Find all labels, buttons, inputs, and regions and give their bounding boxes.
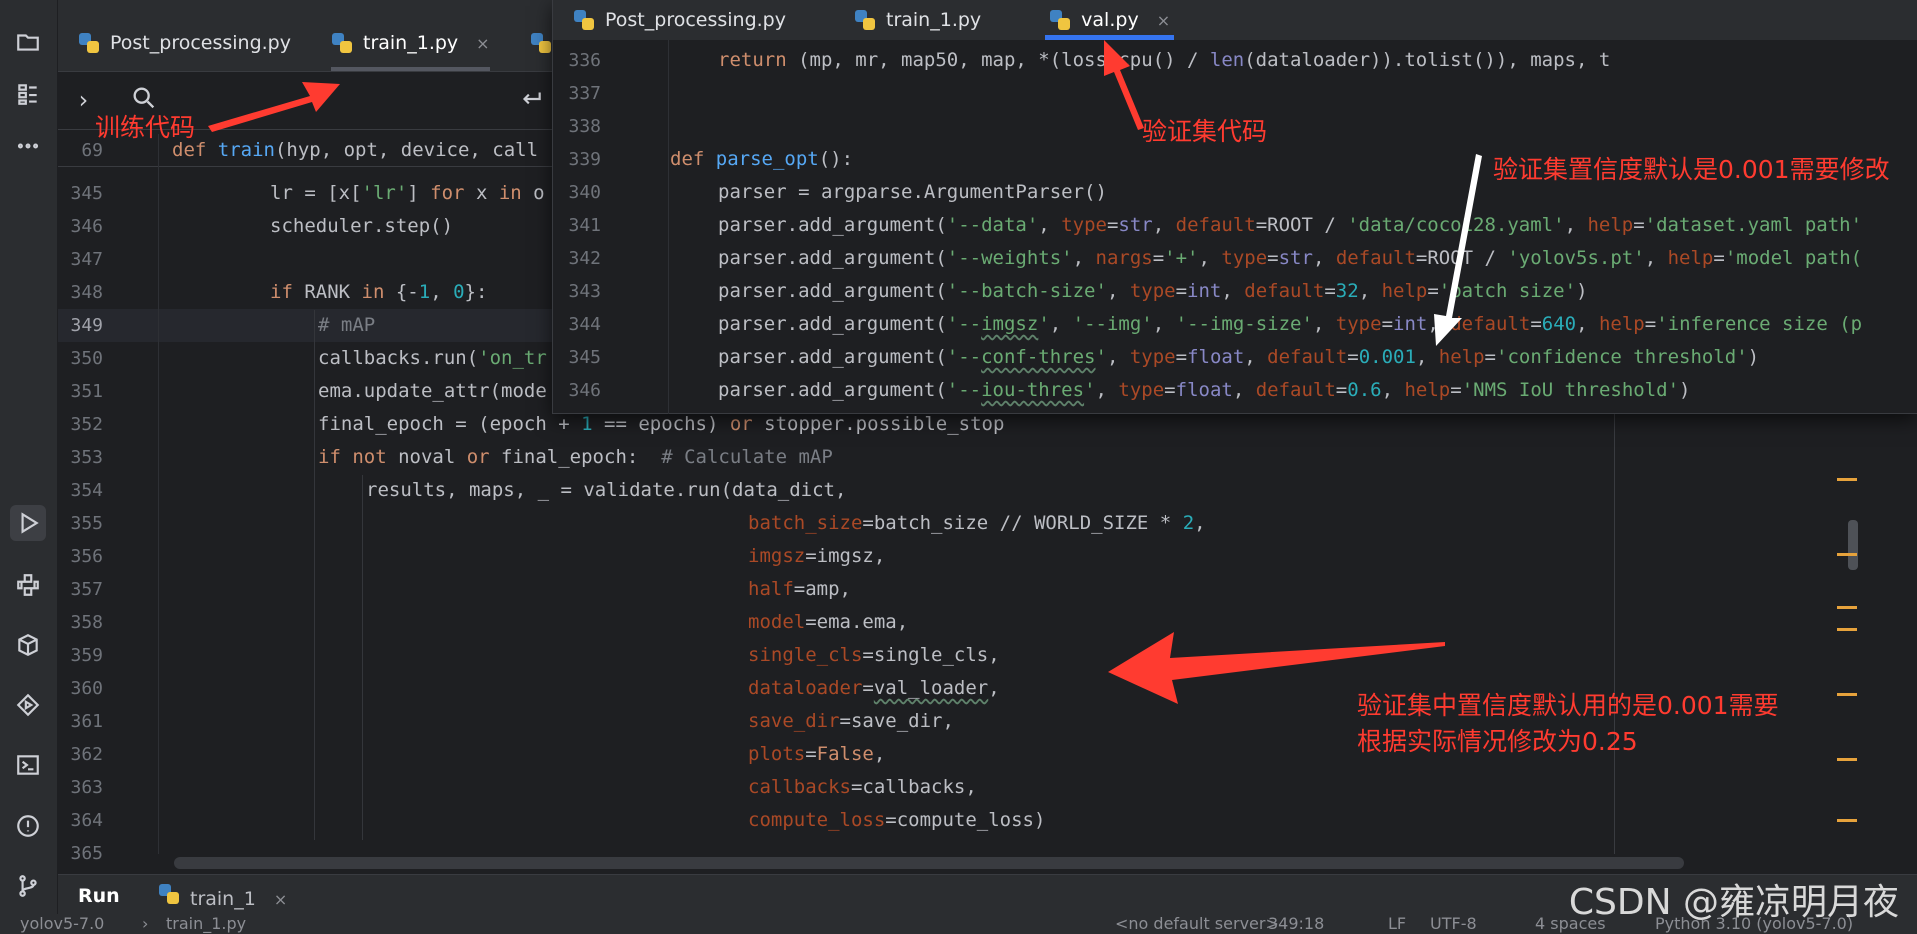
run-config-label: train_1 <box>190 888 256 910</box>
annotation-arrows <box>208 40 1482 704</box>
annotation-train-code: 训练代码 <box>95 113 196 142</box>
arrow-train-code <box>208 82 340 132</box>
status-caret-position[interactable]: 349:18 <box>1268 914 1324 933</box>
status-line-separator[interactable]: LF <box>1388 914 1406 933</box>
annotation-line: 根据实际情况修改为0.25 <box>1357 727 1638 756</box>
status-project[interactable]: yolov5-7.0 <box>20 914 104 933</box>
csdn-watermark: CSDN @雍凉明月夜 <box>1568 882 1899 923</box>
run-tab-label[interactable]: Run <box>78 885 120 907</box>
arrow-conf-default <box>1434 154 1482 346</box>
status-interpreter-server[interactable]: <no default server> <box>1115 914 1279 933</box>
annotation-val-code: 验证集代码 <box>1142 117 1268 146</box>
status-file[interactable]: train_1.py <box>166 914 246 933</box>
annotation-conf-note: 验证集中置信度默认用的是0.001需要 根据实际情况修改为0.25 <box>1357 688 1779 760</box>
annotation-line: 验证集中置信度默认用的是0.001需要 <box>1357 691 1779 720</box>
status-encoding[interactable]: UTF-8 <box>1430 914 1477 933</box>
python-file-icon <box>158 883 180 905</box>
close-tab-icon[interactable]: × <box>274 890 287 909</box>
run-config-tab[interactable]: train_1 × <box>158 883 287 910</box>
annotation-conf-default: 验证集置信度默认是0.001需要修改 <box>1493 155 1890 184</box>
status-breadcrumb-separator: › <box>142 914 149 933</box>
arrow-val-code <box>1104 40 1144 130</box>
